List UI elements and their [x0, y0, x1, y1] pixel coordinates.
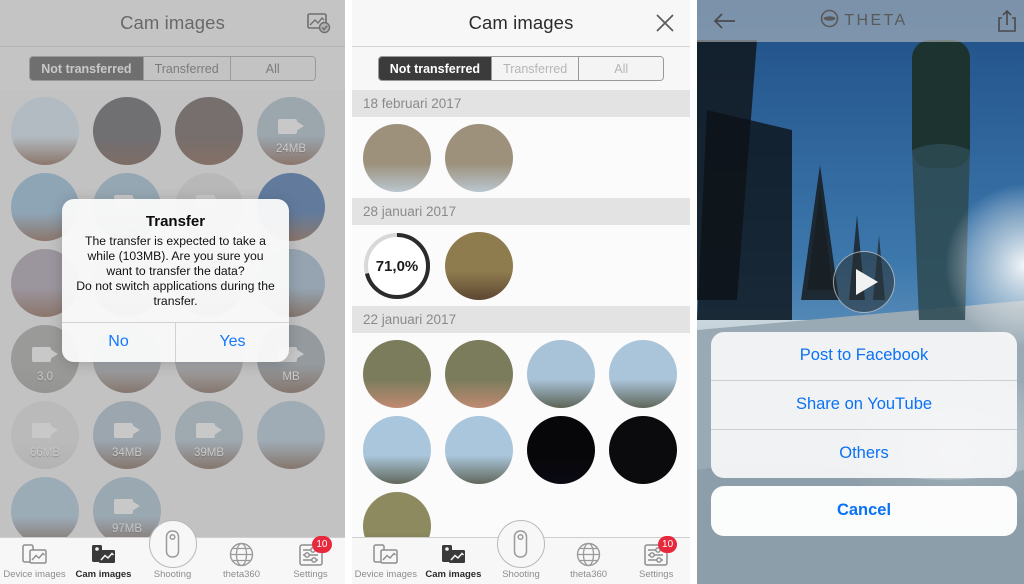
tab-label: Shooting	[153, 569, 192, 580]
brand-text: THETA	[844, 12, 908, 29]
thumbnail-cell[interactable]	[358, 338, 436, 410]
shooting-icon[interactable]	[148, 520, 197, 568]
panel2-tabbar[interactable]: Device images Cam images Shooting theta360 1…	[352, 520, 690, 584]
action-sheet-option[interactable]: Share on YouTube	[711, 381, 1017, 430]
tab-cam-images[interactable]: Cam images	[69, 541, 138, 584]
section-thumbnail-grid[interactable]	[352, 117, 690, 198]
progress-label: 71,0%	[375, 257, 419, 275]
thumbnail-cell[interactable]	[522, 414, 600, 486]
alert-body: Transfer The transfer is expected to tak…	[62, 199, 289, 322]
screenshot-root: Cam images Not transferred Transferred A…	[0, 0, 1024, 584]
panel3-navbar: THETA	[697, 0, 1024, 42]
phone-panel-transfer-dialog: Cam images Not transferred Transferred A…	[0, 0, 345, 584]
segmented-control[interactable]: Not transferred Transferred All	[377, 56, 665, 81]
close-icon[interactable]	[654, 12, 676, 34]
thumbnail-image	[363, 124, 431, 192]
theta-logo-icon	[820, 9, 839, 33]
thumbnail-image	[445, 416, 513, 484]
thumbnail-cell[interactable]	[440, 338, 518, 410]
tab-label: Device images	[354, 569, 417, 580]
back-arrow-icon[interactable]	[713, 12, 737, 30]
panel1-tabbar[interactable]: Device images Cam images Shooting theta360 1…	[0, 520, 345, 584]
tab-device-images[interactable]: Device images	[0, 541, 69, 584]
action-sheet-options[interactable]: Post to Facebook Share on YouTube Others	[711, 332, 1017, 478]
thumbnail-image	[609, 416, 677, 484]
page-title: Cam images	[468, 12, 574, 33]
notification-badge: 10	[658, 536, 678, 553]
globe-icon	[229, 541, 254, 567]
segment-all[interactable]: All	[579, 57, 664, 80]
thumbnail-image	[445, 232, 513, 300]
alert-yes-button[interactable]: Yes	[176, 323, 289, 362]
alert-title: Transfer	[145, 213, 206, 230]
thumbnail-image	[527, 340, 595, 408]
action-sheet-cancel-button[interactable]: Cancel	[711, 486, 1017, 536]
thumbnail-cell[interactable]	[440, 122, 518, 194]
tab-label: Settings	[639, 569, 674, 580]
panel2-navbar: Cam images	[352, 0, 690, 47]
theta-brand: THETA	[820, 9, 907, 33]
shooting-icon[interactable]	[496, 520, 545, 568]
tab-device-images[interactable]: Device images	[352, 541, 420, 584]
sliders-icon: 10	[298, 536, 332, 567]
tab-label: Device images	[3, 569, 66, 580]
tab-shooting[interactable]: Shooting	[138, 520, 207, 584]
globe-icon	[576, 541, 601, 567]
thumbnail-image	[527, 416, 595, 484]
section-thumbnail-grid[interactable]: 71,0%	[352, 225, 690, 306]
tab-label: Cam images	[425, 569, 482, 580]
tab-label: theta360	[570, 569, 608, 580]
progress-ring: 71,0%	[363, 232, 431, 300]
alert-button-row: No Yes	[62, 322, 289, 362]
play-button-icon[interactable]	[833, 251, 895, 313]
play-triangle	[855, 269, 878, 295]
phone-panel-transfer-progress: Cam images Not transferred Transferred A…	[352, 0, 690, 584]
alert-message: The transfer is expected to take a while…	[76, 234, 275, 308]
thumbnail-cell[interactable]	[358, 122, 436, 194]
tab-label: theta360	[223, 569, 260, 580]
transfer-progress-cell[interactable]: 71,0%	[358, 230, 436, 302]
thumbnail-image	[609, 340, 677, 408]
panel2-filter-bar: Not transferred Transferred All	[352, 47, 690, 90]
alert-no-button[interactable]: No	[62, 323, 176, 362]
thumbnail-image	[363, 340, 431, 408]
tab-label: Shooting	[502, 569, 540, 580]
tab-label: Settings	[293, 569, 328, 580]
thumbnail-image	[445, 124, 513, 192]
sliders-icon: 10	[644, 536, 678, 567]
panel2-content[interactable]: 18 februari 2017 28 januari 2017 71,0% 22 j…	[352, 90, 690, 584]
tab-settings[interactable]: 10 Settings	[622, 536, 690, 584]
transfer-alert-dialog: Transfer The transfer is expected to tak…	[62, 199, 289, 362]
tab-shooting[interactable]: Shooting	[487, 520, 555, 584]
segment-transferred[interactable]: Transferred	[492, 57, 580, 80]
device-images-icon	[373, 541, 399, 567]
phone-panel-share-sheet: THETA Post to Facebook Share on YouTube Ot…	[697, 0, 1024, 584]
date-header: 22 januari 2017	[352, 306, 690, 333]
tab-settings[interactable]: 10 Settings	[276, 536, 345, 584]
notification-badge: 10	[312, 536, 332, 553]
thumbnail-image	[445, 340, 513, 408]
tab-label: Cam images	[75, 569, 132, 580]
cam-images-icon	[441, 541, 466, 567]
share-icon[interactable]	[997, 9, 1017, 33]
tab-cam-images[interactable]: Cam images	[420, 541, 488, 584]
action-sheet: Post to Facebook Share on YouTube Others C…	[711, 332, 1017, 536]
date-header: 18 februari 2017	[352, 90, 690, 117]
thumbnail-image	[363, 416, 431, 484]
tab-theta360[interactable]: theta360	[555, 541, 623, 584]
thumbnail-cell[interactable]	[440, 230, 518, 302]
cam-images-icon	[91, 541, 116, 567]
action-sheet-option[interactable]: Post to Facebook	[711, 332, 1017, 381]
segment-not-transferred[interactable]: Not transferred	[378, 57, 493, 80]
date-header: 28 januari 2017	[352, 198, 690, 225]
thumbnail-cell[interactable]	[604, 338, 682, 410]
thumbnail-cell[interactable]	[358, 414, 436, 486]
tab-theta360[interactable]: theta360	[207, 541, 276, 584]
device-images-icon	[22, 541, 47, 567]
thumbnail-cell[interactable]	[604, 414, 682, 486]
thumbnail-cell[interactable]	[522, 338, 600, 410]
thumbnail-cell[interactable]	[440, 414, 518, 486]
action-sheet-option[interactable]: Others	[711, 430, 1017, 478]
